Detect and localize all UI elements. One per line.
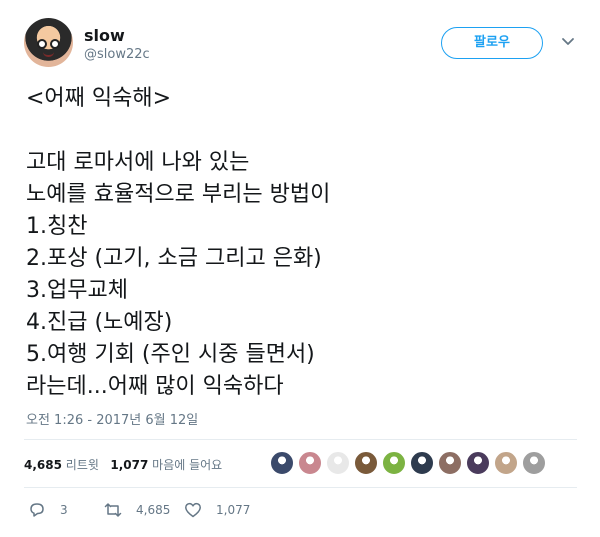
- retweet-icon: [104, 503, 122, 517]
- retweet-count: 4,685: [136, 503, 171, 517]
- liker-avatar[interactable]: [298, 451, 322, 475]
- avatar-eye-right: [50, 39, 60, 49]
- tweet-stats: 4,685 리트윗 1,077 마음에 들어요: [24, 456, 222, 473]
- follow-button[interactable]: 팔로우: [441, 27, 543, 59]
- liker-avatar[interactable]: [326, 451, 350, 475]
- divider: [24, 487, 577, 488]
- divider: [24, 439, 577, 440]
- user-name[interactable]: slow: [84, 26, 125, 45]
- tweet-line: 3.업무교체: [26, 278, 128, 303]
- tweet-line: 라는데...어째 많이 익숙하다: [26, 374, 284, 399]
- tweet-line: <어째 익숙해>: [26, 86, 172, 111]
- likes-label: 마음에 들어요: [152, 458, 223, 472]
- tweet-text: <어째 익숙해> 고대 로마서에 나와 있는 노예를 효율적으로 부리는 방법이…: [26, 83, 586, 403]
- reply-action[interactable]: 3: [28, 499, 68, 521]
- avatar[interactable]: [24, 18, 73, 67]
- like-action[interactable]: 1,077: [184, 499, 250, 521]
- like-count: 1,077: [216, 503, 251, 517]
- reply-icon: [30, 503, 44, 517]
- retweets-label: 리트윗: [65, 458, 99, 472]
- retweet-action[interactable]: 4,685: [104, 499, 170, 521]
- tweet-timestamp[interactable]: 오전 1:26 - 2017년 6월 12일: [26, 409, 198, 428]
- tweet-line: 2.포상 (고기, 소금 그리고 은화): [26, 246, 322, 271]
- liker-avatar[interactable]: [410, 451, 434, 475]
- likes-count: 1,077: [110, 458, 149, 472]
- retweets-stat[interactable]: 4,685 리트윗: [24, 458, 99, 472]
- reply-count: 3: [60, 503, 68, 517]
- liker-avatar[interactable]: [354, 451, 378, 475]
- liker-avatar[interactable]: [382, 451, 406, 475]
- liker-avatar[interactable]: [466, 451, 490, 475]
- chevron-down-icon[interactable]: [561, 35, 575, 49]
- retweets-count: 4,685: [24, 458, 62, 472]
- tweet-line: 5.여행 기회 (주인 시중 들면서): [26, 342, 315, 367]
- tweet-line: 1.칭찬: [26, 214, 88, 239]
- liker-avatar[interactable]: [494, 451, 518, 475]
- tweet-line: 고대 로마서에 나와 있는: [26, 150, 250, 175]
- liker-avatar[interactable]: [270, 451, 294, 475]
- tweet-line: 노예를 효율적으로 부리는 방법이: [26, 182, 331, 207]
- tweet-header: slow @slow22c 팔로우: [0, 0, 600, 80]
- liker-avatar[interactable]: [522, 451, 546, 475]
- avatar-eye-left: [37, 39, 47, 49]
- heart-icon: [185, 502, 201, 518]
- likes-stat[interactable]: 1,077 마음에 들어요: [110, 458, 222, 472]
- user-handle[interactable]: @slow22c: [84, 47, 150, 62]
- tweet-line: 4.진급 (노예장): [26, 310, 173, 335]
- avatar-mouth: [43, 52, 54, 57]
- liker-avatar[interactable]: [438, 451, 462, 475]
